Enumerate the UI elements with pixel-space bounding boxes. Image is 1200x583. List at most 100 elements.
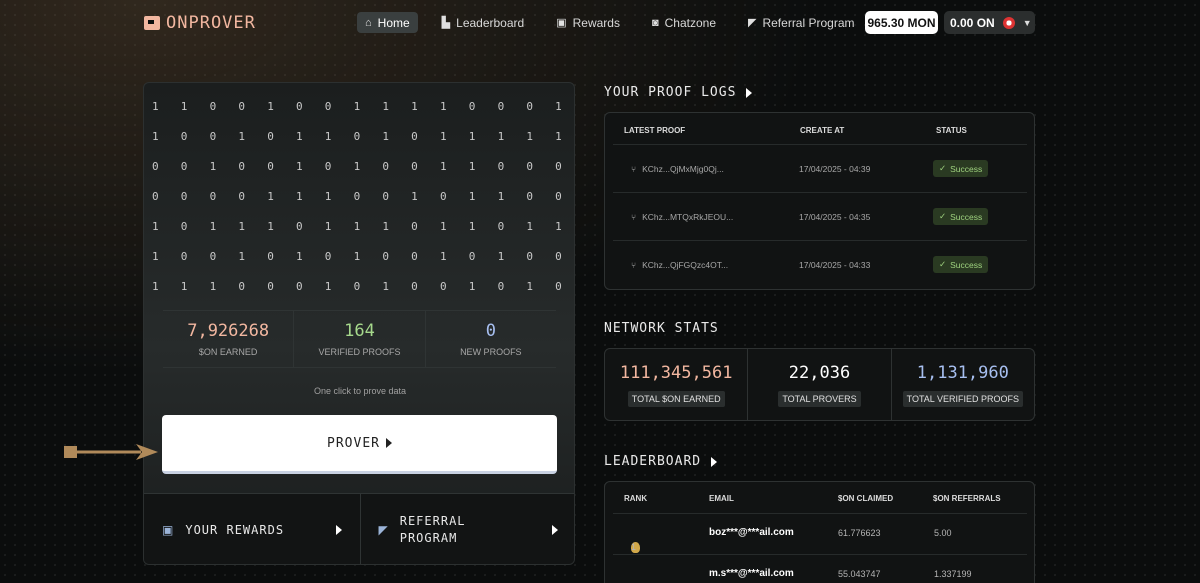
nav-item-referral[interactable]: ◤ Referral Program <box>740 12 863 33</box>
binary-digit: 1 <box>382 99 389 113</box>
stat-total-provers: 22,036 TOTAL PROVERS <box>747 349 890 420</box>
stat-value: 111,345,561 <box>619 362 733 383</box>
binary-digit: 1 <box>468 129 476 143</box>
referrals-cell: 1.337199 <box>934 569 972 579</box>
binary-digit: 0 <box>180 129 188 143</box>
nav-item-rewards[interactable]: ▣ Rewards <box>548 12 628 33</box>
binary-digit: 0 <box>324 249 332 263</box>
binary-digit: 1 <box>324 279 332 293</box>
proof-id: ⑂ KChz...MTQxRkJEOU... <box>613 212 799 222</box>
wallet-dropdown[interactable]: 0.00 ON ▼ <box>944 11 1035 34</box>
binary-digit: 1 <box>238 249 246 263</box>
status-badge: ✓ Success <box>933 256 989 273</box>
logo[interactable]: ONPROVER <box>144 13 256 33</box>
stat-value: 0 <box>485 321 496 341</box>
binary-digit: 0 <box>468 249 476 263</box>
logo-icon <box>144 16 160 30</box>
stat-value: 7,926268 <box>187 321 270 341</box>
binary-digit: 1 <box>382 129 389 143</box>
play-icon <box>746 87 753 98</box>
binary-digit: 1 <box>526 219 533 233</box>
binary-digit: 1 <box>152 219 159 233</box>
nav-item-home[interactable]: ⌂ Home <box>357 12 418 33</box>
created-at: 17/04/2025 - 04:33 <box>799 259 871 270</box>
binary-digit: 0 <box>180 219 188 233</box>
column-header: RANK <box>624 494 648 503</box>
binary-digit: 1 <box>497 129 505 143</box>
binary-digit: 1 <box>267 219 274 233</box>
chevron-down-icon: ▼ <box>1022 17 1032 28</box>
logo-text: ONPROVER <box>166 13 256 33</box>
network-stats-title: NETWORK STATS <box>604 321 719 336</box>
branch-icon: ⑂ <box>631 211 637 222</box>
table-row[interactable]: 1 boz***@***ail.com 61.776623 5.00 <box>613 513 1027 554</box>
binary-digit: 0 <box>152 189 159 203</box>
binary-digit: 1 <box>439 129 447 143</box>
binary-digit: 0 <box>555 189 562 203</box>
binary-digit: 0 <box>353 129 361 143</box>
binary-digit: 1 <box>555 219 562 233</box>
table-row[interactable]: 2 m.s***@***ail.com 55.043747 1.337199 <box>613 554 1027 583</box>
table-row[interactable]: ⑂ KChz...QjMxMjg0Qj... 17/04/2025 - 04:39… <box>613 144 1027 192</box>
proof-id-text: KChz...QjMxMjg0Qj... <box>642 163 724 174</box>
binary-digit: 0 <box>497 159 505 173</box>
check-icon: ✓ <box>939 163 947 173</box>
proof-id: ⑂ KChz...QjMxMjg0Qj... <box>613 164 799 174</box>
binary-digit: 0 <box>180 159 188 173</box>
prover-panel: 1 1 0 0 1 0 0 1 1 1 1 0 0 0 1 1 0 0 1 0 1 1 0 1 0 1 1 1 1 1 0 0 1 0 0 1 0 1 0 0… <box>143 82 575 565</box>
on-balance: 0.00 ON <box>950 15 995 30</box>
binary-digit: 1 <box>324 129 332 143</box>
play-icon <box>711 456 718 467</box>
binary-digit: 0 <box>180 189 188 203</box>
nav-item-leaderboard[interactable]: ▙ Leaderboard <box>434 12 533 33</box>
check-icon: ✓ <box>939 259 947 269</box>
branch-icon: ⑂ <box>631 163 637 174</box>
proof-logs-table: LATEST PROOF CREATE AT STATUS ⑂ KChz...Qj… <box>604 112 1035 290</box>
email-cell: boz***@***ail.com <box>709 527 794 538</box>
binary-digit: 1 <box>468 189 476 203</box>
nav-item-chatzone[interactable]: ◙ Chatzone <box>644 12 724 33</box>
binary-digit: 0 <box>324 99 332 113</box>
binary-digit: 0 <box>411 249 418 263</box>
megaphone-icon: ◤ <box>378 523 388 537</box>
binary-digit: 0 <box>526 249 533 263</box>
binary-digit: 1 <box>209 279 217 293</box>
binary-digit: 1 <box>152 129 159 143</box>
proof-logs-title[interactable]: YOUR PROOF LOGS <box>604 85 753 100</box>
status-badge: ✓ Success <box>933 208 989 225</box>
your-rewards-button[interactable]: ▣ YOUR REWARDS <box>144 494 360 564</box>
claimed-cell: 55.043747 <box>838 569 881 579</box>
table-row[interactable]: ⑂ KChz...MTQxRkJEOU... 17/04/2025 - 04:35… <box>613 192 1027 240</box>
binary-digit: 0 <box>555 279 562 293</box>
prover-button[interactable]: PROVER <box>162 415 557 474</box>
binary-digit: 1 <box>382 219 389 233</box>
binary-digit: 0 <box>526 99 533 113</box>
binary-digit: 1 <box>267 99 274 113</box>
mon-balance-badge[interactable]: 965.30 MON <box>865 11 938 34</box>
binary-digit: 0 <box>411 129 418 143</box>
binary-digit: 0 <box>267 159 274 173</box>
proof-id-text: KChz...QjFGQzc4OT... <box>642 259 729 270</box>
binary-digit: 0 <box>382 159 389 173</box>
binary-digit: 0 <box>382 189 389 203</box>
stat-value: 164 <box>344 321 375 341</box>
column-header: $ON CLAIMED <box>838 494 894 503</box>
leaderboard-title[interactable]: LEADERBOARD <box>604 454 718 469</box>
binary-row: 1 0 1 1 1 0 1 1 1 0 1 1 0 1 1 <box>144 211 574 241</box>
binary-digit: 1 <box>295 129 303 143</box>
binary-digit: 0 <box>209 129 217 143</box>
binary-digit: 1 <box>180 99 188 113</box>
binary-digit: 0 <box>555 159 562 173</box>
table-row[interactable]: ⑂ KChz...QjFGQzc4OT... 17/04/2025 - 04:33… <box>613 240 1027 288</box>
main-nav: ⌂ Home ▙ Leaderboard ▣ Rewards ◙ Chatzon… <box>357 12 863 33</box>
binary-digit: 1 <box>324 189 332 203</box>
binary-digit: 0 <box>526 159 533 173</box>
referral-program-button[interactable]: ◤ REFERRAL PROGRAM <box>359 494 575 564</box>
binary-digit: 1 <box>295 189 303 203</box>
binary-row: 1 1 1 0 0 0 1 0 1 0 0 1 0 1 0 <box>144 271 574 301</box>
binary-digit: 0 <box>295 99 303 113</box>
branch-icon: ⑂ <box>631 259 637 270</box>
binary-digit: 0 <box>411 159 418 173</box>
email-cell: m.s***@***ail.com <box>709 568 794 579</box>
table-header: LATEST PROOF CREATE AT STATUS <box>605 113 1034 148</box>
